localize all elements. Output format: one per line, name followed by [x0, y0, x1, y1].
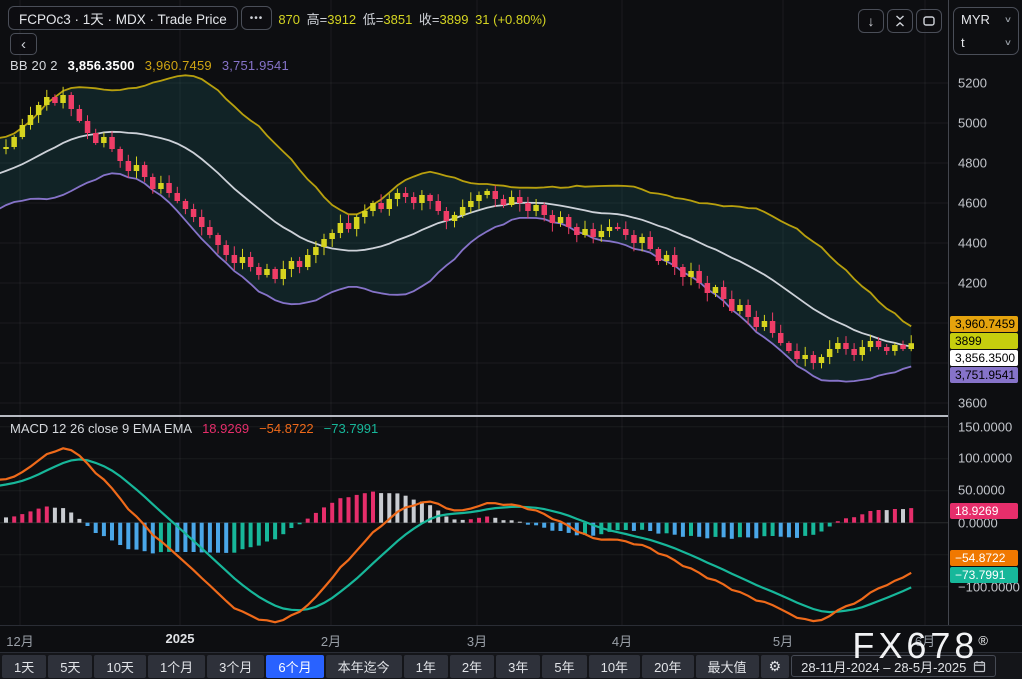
range-button-5年[interactable]: 5年	[542, 654, 587, 678]
macd-line-value: −54.8722	[259, 421, 314, 436]
calendar-icon	[974, 660, 986, 672]
scale-settings-box: MYR ∨ t ∨	[953, 7, 1019, 55]
range-button-1个月[interactable]: 1个月	[147, 654, 206, 678]
price-axis-tick: 4800	[958, 155, 987, 171]
time-axis-label: 3月	[466, 634, 488, 649]
range-button-2年[interactable]: 2年	[449, 654, 495, 678]
bb-basis-price-tag: 3,856.3500	[950, 350, 1018, 366]
macd-grid	[0, 417, 948, 625]
chevron-left-icon: ‹	[21, 35, 26, 53]
range-button-最大值[interactable]: 最大值	[695, 654, 759, 678]
price-axis-tick: 4600	[958, 195, 987, 211]
range-button-3年[interactable]: 3年	[496, 654, 541, 678]
bb-upper-price-tag: 3,960.7459	[950, 316, 1018, 332]
macd-signal-value: −73.7991	[323, 421, 379, 436]
range-button-1年[interactable]: 1年	[403, 654, 448, 678]
time-axis-label: 4月	[611, 634, 633, 649]
collapse-panes-button[interactable]	[887, 9, 913, 33]
price-scale-panel[interactable]: MYR ∨ t ∨ 5200 5000 4800 4600 4400 4200 3600 3,…	[948, 0, 1022, 625]
macd-axis-tick: 50.0000	[958, 482, 1005, 498]
fullscreen-icon	[923, 16, 935, 26]
fullscreen-button[interactable]	[916, 9, 942, 33]
bb-title: BB 20 2	[10, 58, 58, 73]
collapse-panes-icon	[896, 15, 904, 27]
chevron-down-icon: ∨	[1003, 15, 1013, 24]
close-label: 收=	[418, 11, 440, 27]
unit-dropdown[interactable]: t ∨	[954, 31, 1018, 54]
macd-legend[interactable]: MACD 12 26 close 9 EMA EMA 18.9269 −54.8…	[10, 421, 378, 436]
bb-upper-value: 3,960.7459	[144, 58, 212, 73]
back-button[interactable]: ‹	[10, 33, 37, 55]
symbol-title-box[interactable]: FCPOc3 · 1天 · MDX · Trade Price	[8, 6, 238, 30]
chart-settings-button[interactable]: ⚙	[760, 654, 790, 678]
price-axis-tick: 5000	[958, 115, 987, 131]
scroll-down-button[interactable]: ↓	[858, 9, 884, 33]
low-label: 低=	[362, 11, 384, 27]
price-axis-tick: 3600	[958, 395, 987, 411]
range-button-1天[interactable]: 1天	[2, 654, 47, 678]
price-axis-tick: 4400	[958, 235, 987, 251]
symbol-title: FCPOc3 · 1天 · MDX · Trade Price	[19, 12, 227, 27]
macd-axis-tick: 100.0000	[958, 450, 1013, 466]
chevron-down-icon: ∨	[1003, 38, 1013, 47]
down-arrow-icon: ↓	[867, 13, 875, 29]
bb-lower-value: 3,751.9541	[221, 58, 289, 73]
more-options-icon: •••	[249, 12, 264, 24]
currency-value: MYR	[961, 12, 990, 27]
unit-value: t	[961, 35, 965, 50]
macd-histogram-tag: 18.9269	[950, 503, 1018, 519]
change-value: 31 (+0.80%)	[475, 11, 547, 27]
range-button-3个月[interactable]: 3个月	[207, 654, 265, 678]
macd-axis-tick: 150.0000	[958, 419, 1013, 435]
bb-basis-value: 3,856.3500	[67, 58, 135, 73]
currency-dropdown[interactable]: MYR ∨	[954, 8, 1018, 31]
more-options-button[interactable]: •••	[240, 6, 273, 30]
time-axis-label: 5月	[772, 634, 794, 649]
high-label: 高=	[306, 11, 328, 27]
price-axis-tick: 4200	[958, 275, 987, 291]
time-axis[interactable]: 12月 2025 2月 3月 4月 5月 6月	[0, 625, 1022, 652]
symbol-legend-row: FCPOc3 · 1天 · MDX · Trade Price ••• 870 …	[8, 6, 549, 30]
time-axis-label: 12月	[6, 634, 34, 649]
back-row: ‹	[10, 33, 37, 55]
low-value: 3851	[383, 11, 413, 27]
macd-histogram-value: 18.9269	[202, 421, 250, 436]
macd-signal-tag: −73.7991	[950, 567, 1018, 583]
range-button-10年[interactable]: 10年	[588, 654, 641, 678]
range-button-本年迄今[interactable]: 本年迄今	[325, 654, 402, 678]
range-button-5天[interactable]: 5天	[48, 654, 93, 678]
date-range-text: 28-11月-2024 – 28-5月-2025	[801, 659, 967, 675]
chart-area[interactable]: FCPOc3 · 1天 · MDX · Trade Price ••• 870 …	[0, 0, 948, 625]
time-axis-label: 6月	[914, 634, 936, 649]
range-button-6个月[interactable]: 6个月	[266, 654, 324, 678]
bottom-toolbar: 1天 5天 10天 1个月 3个月 6个月 本年迄今 1年 2年 3年 5年 10年 20年 最大值 ⚙ 2…	[0, 652, 1022, 679]
range-button-10天[interactable]: 10天	[94, 654, 146, 678]
pane-divider-handle[interactable]	[0, 415, 948, 417]
macd-chart-canvas[interactable]	[0, 417, 948, 625]
range-button-20年[interactable]: 20年	[642, 654, 694, 678]
time-axis-label: 2025	[165, 631, 195, 646]
time-axis-label: 2月	[320, 634, 342, 649]
chart-top-buttons: ↓	[858, 9, 942, 33]
macd-line-tag: −54.8722	[950, 550, 1018, 566]
high-value: 3912	[327, 11, 357, 27]
macd-title: MACD 12 26 close 9 EMA EMA	[10, 421, 193, 436]
date-range-picker[interactable]: 28-11月-2024 – 28-5月-2025	[791, 655, 997, 677]
last-price-tag: 3899	[950, 333, 1018, 349]
bollinger-legend[interactable]: BB 20 2 3,856.3500 3,960.7459 3,751.9541	[10, 58, 289, 73]
bb-lower-price-tag: 3,751.9541	[950, 367, 1018, 383]
open-value-partial: 870	[278, 11, 301, 27]
bollinger-bands	[0, 74, 912, 383]
ohlc-readout: 870 高=3912 低=3851 收=3899 31 (+0.80%)	[278, 9, 549, 28]
close-value: 3899	[439, 11, 469, 27]
price-axis-tick: 5200	[958, 75, 987, 91]
